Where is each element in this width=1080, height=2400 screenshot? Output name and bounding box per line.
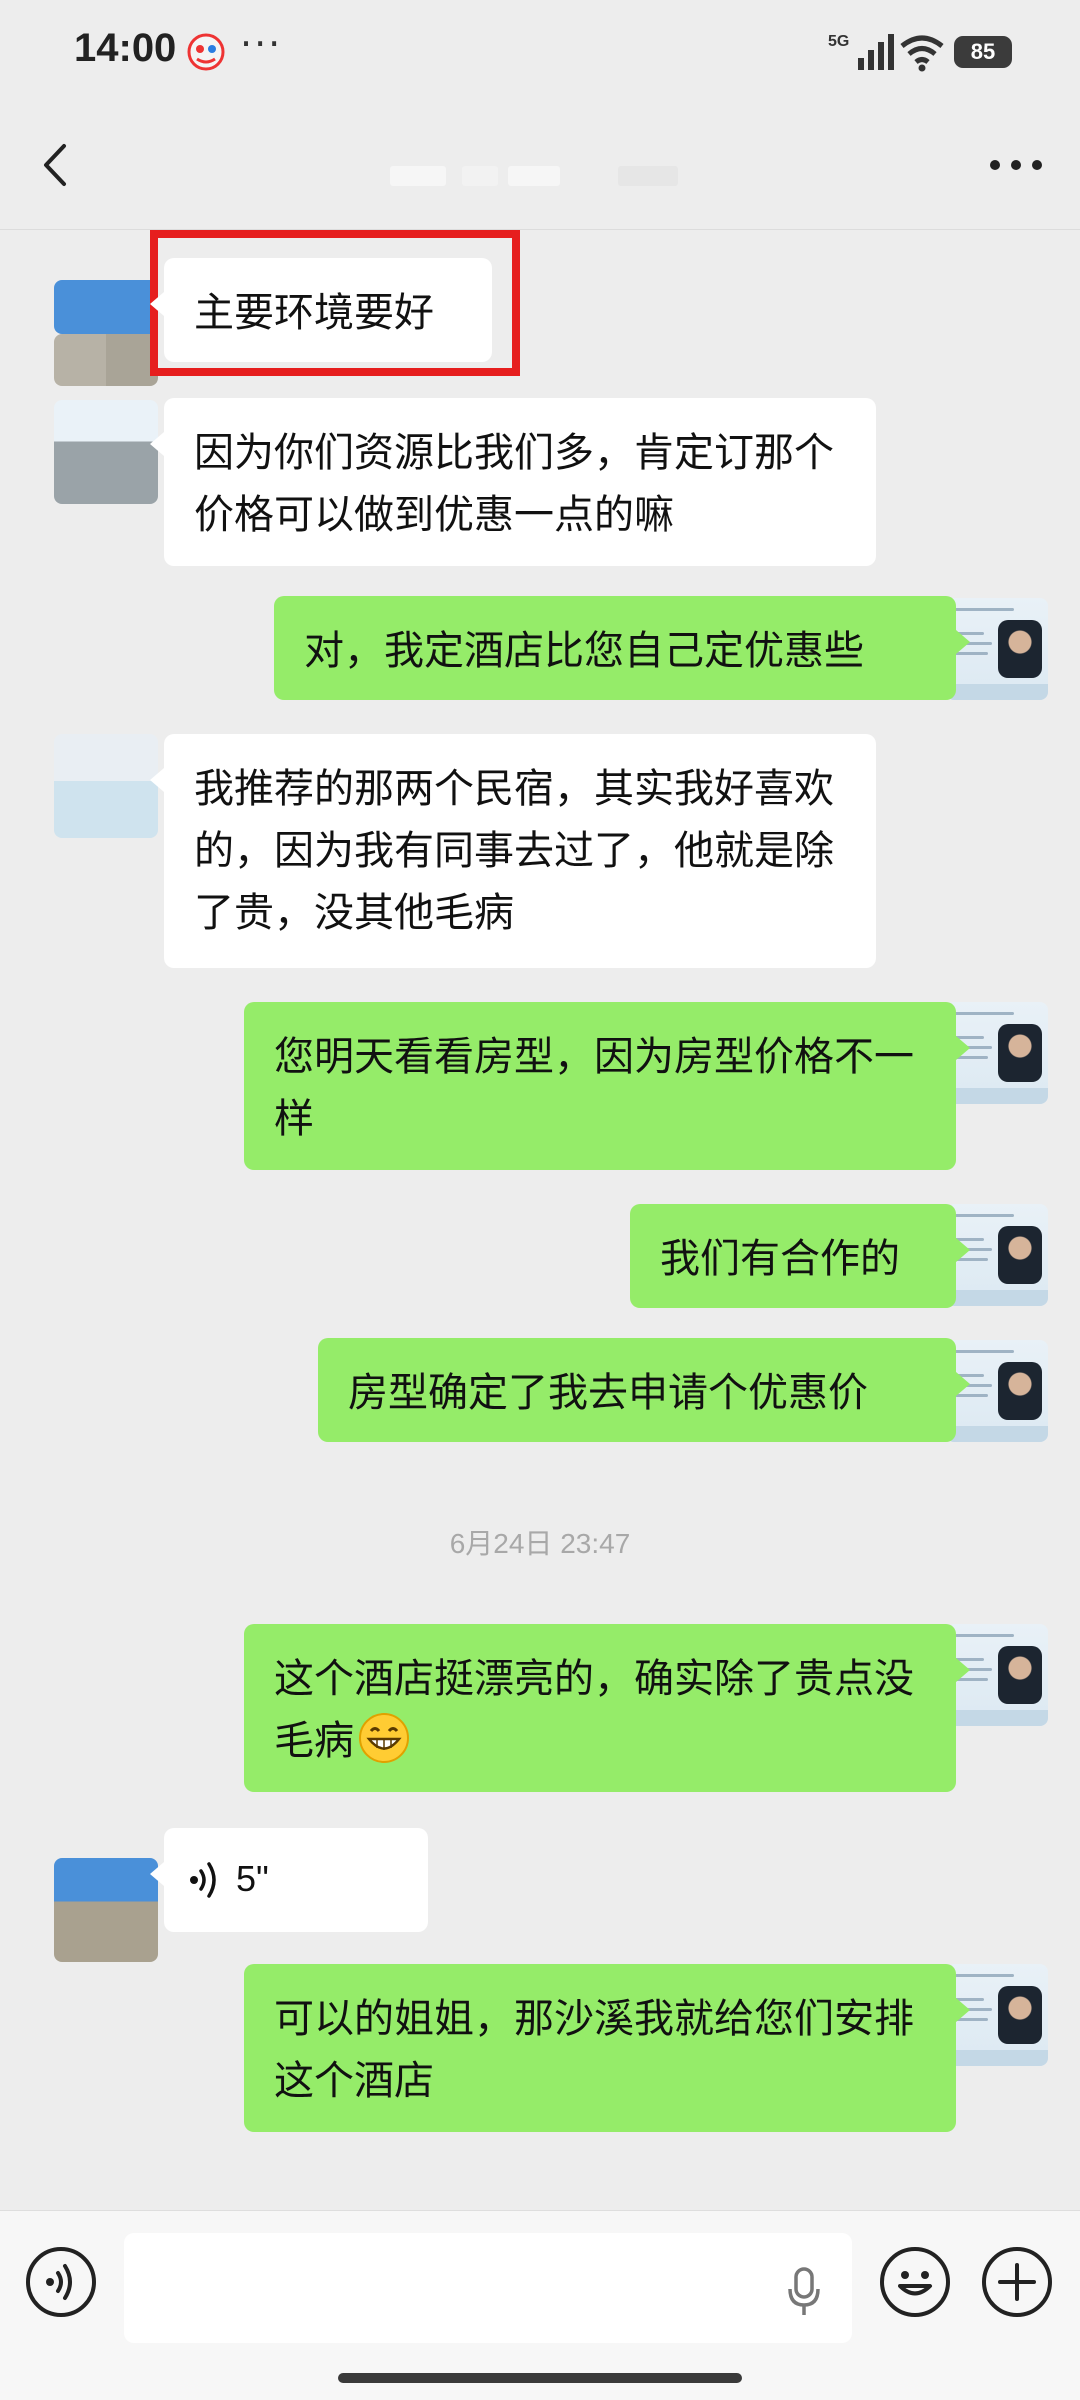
smiley-icon <box>898 2271 932 2296</box>
message-bubble-sent[interactable]: 可以的姐姐，那沙溪我就给您们安排这个酒店 <box>244 1964 970 2132</box>
message-text: 您明天看看房型，因为房型价格不一样 <box>274 1034 914 1142</box>
voice-toggle-icon <box>46 2264 72 2300</box>
voice-wave-icon <box>190 1862 216 1898</box>
message-input[interactable] <box>124 2233 852 2343</box>
message-timestamp: 6月24日 23:47 <box>449 1528 631 1559</box>
contact-avatar[interactable] <box>54 334 158 386</box>
status-time: 14:00 <box>74 26 177 70</box>
message-bubble-sent[interactable]: 这个酒店挺漂亮的，确实除了贵点没毛病 <box>244 1624 970 1792</box>
message-bubble-received[interactable]: 因为你们资源比我们多，肯定订那个价格可以做到优惠一点的嘛 <box>150 398 876 566</box>
contact-avatar[interactable] <box>54 280 158 334</box>
voice-message-bubble[interactable]: 5" <box>150 1828 428 1932</box>
message-text: 因为你们资源比我们多，肯定订那个价格可以做到优惠一点的嘛 <box>194 430 834 538</box>
contact-avatar[interactable] <box>54 400 158 504</box>
wifi-icon <box>900 35 944 72</box>
message-text: 可以的姐姐，那沙溪我就给您们安排这个酒店 <box>274 1996 914 2104</box>
message-bubble-received[interactable]: 主要环境要好 <box>150 258 492 362</box>
message-bubble-sent[interactable]: 房型确定了我去申请个优惠价 <box>318 1338 970 1442</box>
contact-avatar[interactable] <box>54 1858 158 1962</box>
message-bubble-sent[interactable]: 您明天看看房型，因为房型价格不一样 <box>244 1002 970 1170</box>
more-dots-icon[interactable] <box>988 158 1044 172</box>
status-more-dots: ··· <box>240 22 283 66</box>
contact-avatar[interactable] <box>54 734 158 838</box>
microphone-icon[interactable] <box>786 2267 822 2317</box>
voice-toggle-button[interactable] <box>26 2247 96 2317</box>
message-text: 我推荐的那两个民宿，其实我好喜欢的，因为我有同事去过了，他就是除了贵，没其他毛病 <box>194 766 834 936</box>
network-label: 5G <box>828 33 849 50</box>
voice-duration: 5" <box>236 1858 269 1899</box>
battery-icon: 85 <box>954 36 1012 68</box>
plus-icon <box>998 2263 1036 2301</box>
grinning-face-icon <box>359 1713 409 1763</box>
message-text: 我们有合作的 <box>660 1236 900 1282</box>
message-text: 对，我定酒店比您自己定优惠些 <box>304 628 864 674</box>
app-notification-icon <box>187 33 225 71</box>
message-bubble-sent[interactable]: 对，我定酒店比您自己定优惠些 <box>274 596 970 700</box>
emoji-button[interactable] <box>880 2247 950 2317</box>
message-bubble-sent[interactable]: 我们有合作的 <box>630 1204 970 1308</box>
message-text: 主要环境要好 <box>194 290 434 336</box>
message-text: 房型确定了我去申请个优惠价 <box>348 1370 868 1416</box>
chevron-left-icon[interactable] <box>36 140 76 190</box>
signal-icon: 5G <box>828 33 894 70</box>
more-actions-button[interactable] <box>982 2247 1052 2317</box>
status-bar: 14:00 ··· 5G 85 <box>0 0 1080 100</box>
home-indicator[interactable] <box>338 2373 742 2383</box>
chat-message-list[interactable]: 主要环境要好 因为你们资源比我们多，肯定订那个价格可以做到优惠一点的嘛 对，我定… <box>0 230 1080 2210</box>
chat-input-bar <box>0 2210 1080 2400</box>
chat-title-redacted <box>390 166 700 186</box>
chat-header <box>0 100 1080 230</box>
message-bubble-received[interactable]: 我推荐的那两个民宿，其实我好喜欢的，因为我有同事去过了，他就是除了贵，没其他毛病 <box>150 734 876 968</box>
